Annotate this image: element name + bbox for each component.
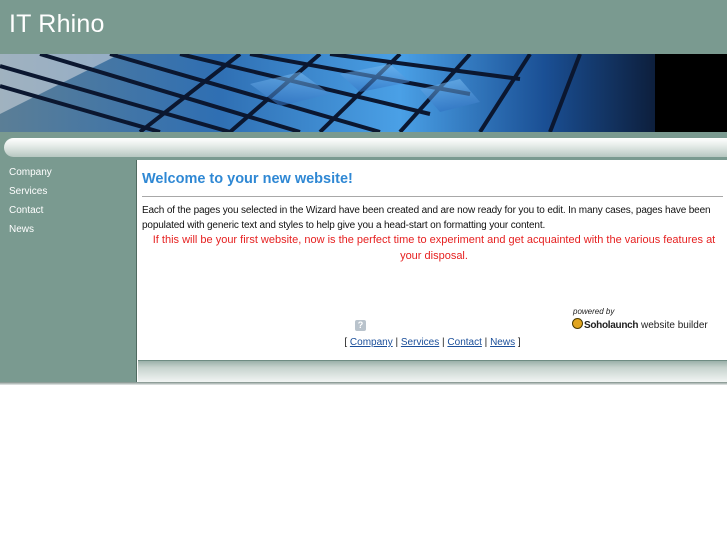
- sidebar-nav: Company Services Contact News: [0, 160, 137, 382]
- footer-links: [ Company | Services | Contact | News ]: [138, 337, 727, 348]
- footer-separator: |: [484, 337, 488, 348]
- highlight-paragraph: If this will be your first website, now …: [152, 234, 716, 262]
- sidebar-nav-list: Company Services Contact News: [0, 160, 136, 239]
- footer-open-bracket: [: [344, 337, 348, 348]
- header-banner-image: [0, 54, 727, 132]
- sidebar-item-services[interactable]: Services: [9, 182, 136, 201]
- footer-separator: |: [395, 337, 399, 348]
- site-title: IT Rhino: [9, 10, 105, 38]
- footer-link-services[interactable]: Services: [401, 337, 439, 348]
- page-heading: Welcome to your new website!: [142, 171, 353, 187]
- footer-link-contact[interactable]: Contact: [447, 337, 481, 348]
- heading-divider: [142, 196, 723, 197]
- soholaunch-brand: Soholaunch: [584, 320, 639, 331]
- sidebar-item-contact[interactable]: Contact: [9, 201, 136, 220]
- soholaunch-logo-icon: [572, 318, 583, 329]
- sidebar-item-news[interactable]: News: [9, 220, 136, 239]
- bottom-decorative-bar: [138, 360, 727, 383]
- site-header: IT Rhino: [0, 0, 727, 54]
- intro-paragraph: Each of the pages you selected in the Wi…: [142, 205, 711, 231]
- footer-close-bracket: ]: [517, 337, 521, 348]
- powered-by-label: powered by: [573, 307, 615, 316]
- footer-link-news[interactable]: News: [490, 337, 515, 348]
- website-builder-label: website builder: [641, 320, 708, 331]
- top-bar-highlight: [4, 138, 727, 157]
- main-content: Welcome to your new website! Each of the…: [138, 160, 727, 360]
- help-icon[interactable]: ?: [355, 320, 366, 331]
- top-decorative-bar: [0, 132, 727, 160]
- soholaunch-badge[interactable]: Soholaunch website builder: [572, 318, 708, 331]
- bottom-bar-gradient: [138, 360, 727, 383]
- sidebar-item-company[interactable]: Company: [9, 163, 136, 182]
- footer-separator: |: [442, 337, 445, 348]
- footer-link-company[interactable]: Company: [350, 337, 393, 348]
- page-bottom-shadow: [0, 382, 727, 385]
